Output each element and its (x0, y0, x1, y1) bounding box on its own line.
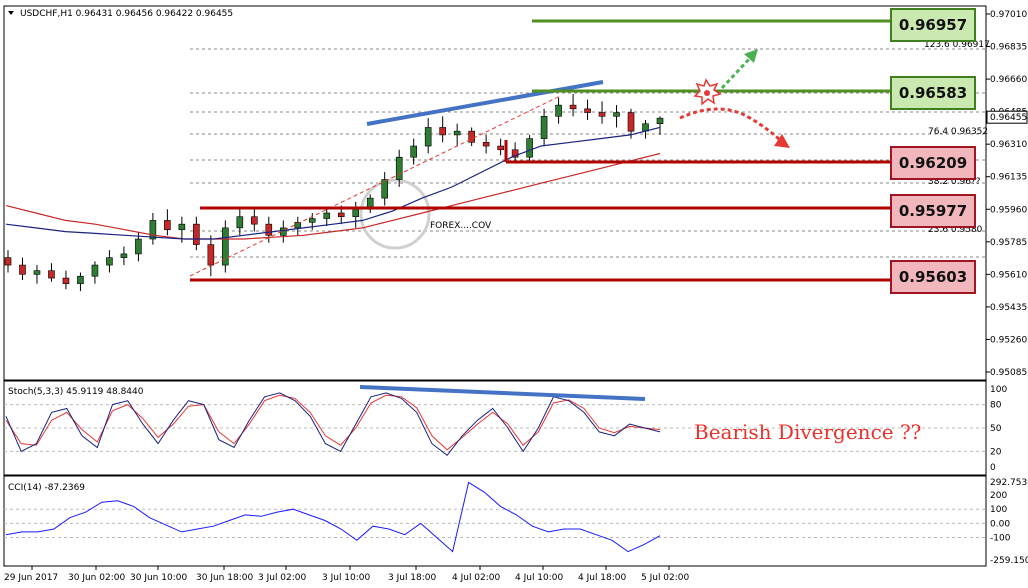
cci-axis-label: 100 (990, 505, 1007, 515)
time-axis-label: 30 Jun 10:00 (130, 573, 187, 583)
candle-body (497, 145, 504, 151)
candle-body (106, 257, 113, 266)
cci-pane-frame (3, 475, 987, 567)
candle-body (598, 112, 606, 117)
stoch-axis-label: 80 (990, 401, 1002, 411)
candle-body (19, 264, 26, 275)
candle-body (540, 115, 548, 139)
candle-body (337, 212, 345, 218)
candle-body (207, 244, 215, 266)
candle-body (584, 108, 591, 113)
price-axis-label: 0.97010 (990, 10, 1027, 20)
time-axis-label: 5 Jul 02:00 (641, 573, 690, 583)
cci-axis-label: -100 (990, 534, 1011, 544)
stoch-axis-label: 50 (990, 424, 1002, 434)
time-axis-label: 4 Jul 02:00 (452, 573, 501, 583)
price-axis-label: 0.95785 (990, 238, 1027, 248)
time-axis-label: 4 Jul 18:00 (578, 573, 627, 583)
candle-body (381, 179, 389, 199)
support-level-2-box: 0.95977 (890, 194, 976, 228)
candle-body (33, 270, 41, 275)
resistance-level-1-box: 0.96957 (890, 8, 976, 42)
time-axis-label: 30 Jun 18:00 (196, 573, 253, 583)
time-axis-label: 3 Jul 18:00 (388, 573, 437, 583)
support-level-1-box: 0.96209 (890, 146, 976, 180)
resistance-level-2-box: 0.96583 (890, 76, 976, 110)
candle-body (4, 257, 12, 266)
candle-body (395, 156, 403, 180)
price-axis-label: 0.95960 (990, 205, 1027, 215)
candle-body (439, 127, 446, 136)
price-axis-label: 0.96310 (990, 140, 1027, 150)
candle-body (77, 275, 84, 284)
cci-axis-label: 292.7539 (990, 478, 1028, 488)
candle-body (627, 112, 635, 132)
price-axis-label: 0.95085 (990, 368, 1027, 378)
price-axis-label: 0.96135 (990, 173, 1027, 183)
candle-body (352, 208, 360, 218)
candle-body (193, 223, 200, 245)
candle-body (62, 277, 70, 284)
candle-body (48, 270, 55, 279)
candle-body (135, 238, 142, 255)
cci-axis-label: 200 (990, 491, 1007, 501)
cci-title: CCI(14) -87.2369 (8, 483, 85, 493)
candle-body (569, 104, 577, 110)
time-axis-label: 3 Jul 02:00 (258, 573, 307, 583)
candle-body (482, 142, 490, 147)
time-axis-label: 29 Jun 2017 (4, 573, 58, 583)
candle-body (265, 223, 273, 236)
candle-body (91, 264, 99, 277)
bearish-divergence-annotation: Bearish Divergence ?? (694, 420, 922, 444)
support-level-3-box: 0.95603 (890, 260, 976, 294)
cci-axis-label: 0.00 (990, 519, 1010, 529)
stoch-title: Stoch(5,3,3) 45.9119 48.8440 (8, 387, 144, 397)
breakout-burst-core (704, 90, 710, 96)
stoch-axis-label: 0 (990, 463, 996, 473)
candle-body (468, 130, 475, 143)
cci-axis-label: -259.1508 (990, 556, 1028, 566)
candle-body (120, 253, 128, 258)
candle-body (236, 216, 244, 229)
stoch-axis-label: 20 (990, 447, 1002, 457)
candle-body (251, 216, 258, 225)
candle-body (323, 212, 331, 219)
candle-body (178, 223, 186, 231)
candle-body (526, 138, 533, 158)
chart-header-text: USDCHF,H1 0.96431 0.96456 0.96422 0.9645… (20, 9, 233, 19)
time-axis-label: 3 Jul 10:00 (322, 573, 371, 583)
candle-body (410, 145, 417, 158)
time-axis-label: 30 Jun 02:00 (68, 573, 125, 583)
candle-body (424, 127, 432, 147)
current-price-label: 0.96455 (990, 113, 1027, 123)
price-axis-label: 0.95435 (990, 303, 1027, 313)
stoch-axis-label: 100 (990, 385, 1007, 395)
price-axis-label: 0.95610 (990, 270, 1027, 280)
candle-body (308, 218, 316, 223)
chart-canvas: 0.970100.968350.966600.964850.963100.961… (3, 5, 1028, 583)
candle-body (613, 112, 620, 117)
candle-body (656, 117, 664, 125)
main-pane-frame (3, 5, 987, 381)
candle-body (164, 220, 171, 231)
candle-body (149, 220, 157, 240)
time-axis-label: 4 Jul 10:00 (515, 573, 564, 583)
candle-body (555, 104, 562, 117)
price-axis-label: 0.95260 (990, 335, 1027, 345)
price-axis-label: 0.96835 (990, 43, 1027, 53)
price-axis-label: 0.96660 (990, 75, 1027, 85)
watermark-text: FOREX....COV (430, 221, 492, 231)
fib-label: 76.4 0.96352 (928, 127, 988, 137)
candle-body (453, 130, 461, 136)
